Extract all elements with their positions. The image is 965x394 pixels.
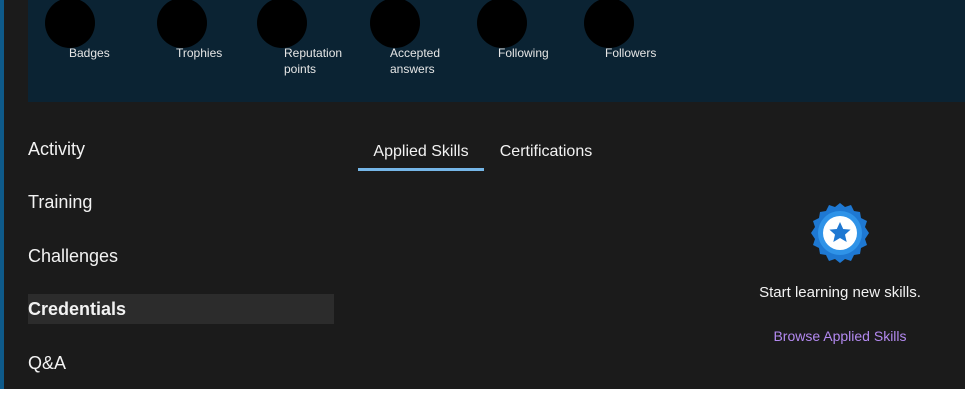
stats-banner: Badges Trophies Reputation points Accept…	[28, 0, 965, 102]
browse-applied-skills-link[interactable]: Browse Applied Skills	[740, 328, 940, 344]
nav-item-training[interactable]: Training	[28, 187, 334, 217]
stat-label: Followers	[605, 46, 657, 60]
nav-item-qa[interactable]: Q&A	[28, 348, 334, 378]
star-badge-icon	[811, 203, 869, 263]
reputation-icon	[257, 0, 307, 48]
stat-label: Badges	[69, 46, 110, 60]
accepted-answers-icon	[370, 0, 420, 48]
nav-item-credentials[interactable]: Credentials	[28, 294, 334, 324]
following-icon	[477, 0, 527, 48]
stat-label: Trophies	[176, 46, 223, 60]
trophies-icon	[157, 0, 207, 48]
left-edge-accent	[0, 0, 4, 389]
stat-label: Following	[498, 46, 549, 60]
nav-item-challenges[interactable]: Challenges	[28, 241, 334, 271]
profile-page: Badges Trophies Reputation points Accept…	[0, 0, 965, 389]
tab-certifications[interactable]: Certifications	[490, 135, 602, 171]
stat-label: Accepted answers	[390, 46, 441, 76]
badges-icon	[45, 0, 95, 48]
followers-icon	[584, 0, 634, 48]
stat-label: Reputation points	[284, 46, 343, 76]
empty-state-message: Start learning new skills.	[759, 284, 921, 301]
nav-item-activity[interactable]: Activity	[28, 134, 334, 164]
tab-applied-skills[interactable]: Applied Skills	[358, 135, 484, 171]
